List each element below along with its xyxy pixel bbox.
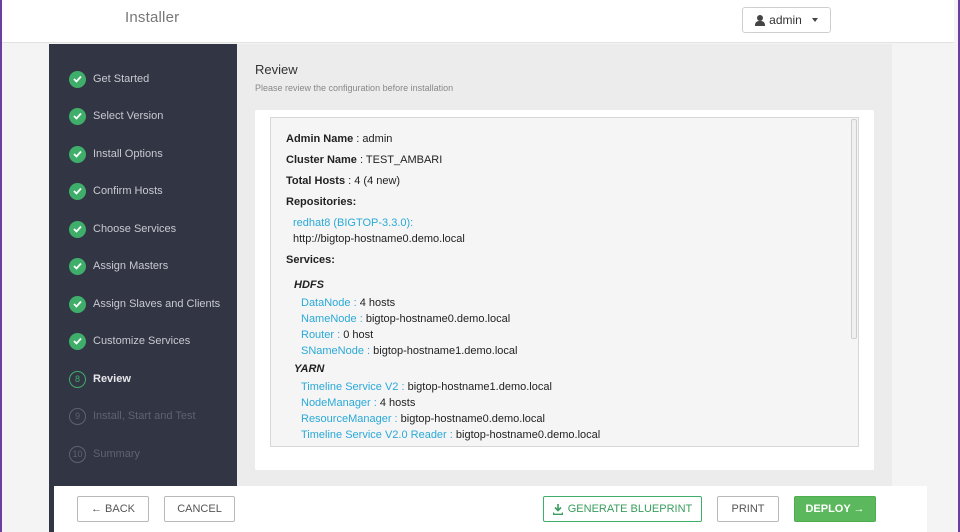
page-title: Review: [255, 62, 298, 77]
cancel-button[interactable]: CANCEL: [164, 496, 235, 522]
step-install-options[interactable]: Install Options: [69, 144, 163, 164]
back-button[interactable]: ← BACK: [77, 496, 149, 522]
step-label: Install, Start and Test: [93, 410, 196, 422]
step-customize-services[interactable]: Customize Services: [69, 331, 190, 351]
step-review[interactable]: 8 Review: [69, 369, 131, 389]
main-content: Review Please review the configuration b…: [237, 44, 892, 486]
user-menu-label: admin: [769, 13, 802, 27]
step-label: Confirm Hosts: [93, 185, 163, 197]
review-summary-box[interactable]: Admin Name : admin Cluster Name : TEST_A…: [270, 117, 859, 447]
repositories-heading: Repositories:: [286, 196, 357, 208]
app-title: Installer: [125, 9, 180, 26]
component-row: NameNode : bigtop-hostname0.demo.local: [301, 313, 511, 325]
check-icon: [69, 332, 86, 350]
step-label: Summary: [93, 448, 141, 460]
generate-blueprint-label: GENERATE BLUEPRINT: [567, 503, 693, 515]
check-icon: [69, 220, 86, 238]
window-frame-left: [0, 0, 2, 532]
component-row: NodeManager : 4 hosts: [301, 397, 416, 409]
user-icon: [755, 14, 766, 26]
step-label: Assign Slaves and Clients: [93, 298, 221, 310]
scrollbar-thumb[interactable]: [851, 119, 857, 339]
cluster-name-value: : TEST_AMBARI: [356, 154, 443, 166]
step-confirm-hosts[interactable]: Confirm Hosts: [69, 181, 163, 201]
step-label: Assign Masters: [93, 260, 169, 272]
check-icon: [69, 145, 86, 163]
generate-blueprint-button[interactable]: GENERATE BLUEPRINT: [543, 496, 702, 522]
step-label: Review: [93, 373, 131, 385]
cluster-name-row: Cluster Name : TEST_AMBARI: [286, 154, 442, 166]
step-number-badge: 8: [69, 370, 86, 388]
step-label: Customize Services: [93, 335, 191, 347]
print-button[interactable]: PRINT: [717, 496, 779, 522]
wizard-steps-sidebar: Get Started Select Version Install Optio…: [49, 44, 237, 532]
review-card: Admin Name : admin Cluster Name : TEST_A…: [255, 110, 874, 470]
check-icon: [69, 107, 86, 125]
admin-name-row: Admin Name : admin: [286, 133, 392, 145]
deploy-button[interactable]: DEPLOY →: [794, 496, 876, 522]
component-row: ResourceManager : bigtop-hostname0.demo.…: [301, 413, 545, 425]
step-assign-slaves-clients[interactable]: Assign Slaves and Clients: [69, 294, 220, 314]
wizard-footer: ← BACK CANCEL GENERATE BLUEPRINT PRINT D…: [54, 486, 927, 532]
step-choose-services[interactable]: Choose Services: [69, 219, 176, 239]
component-row: Timeline Service V2 : bigtop-hostname1.d…: [301, 381, 552, 393]
download-icon: [552, 503, 563, 515]
component-row: Timeline Service V2.0 Reader : bigtop-ho…: [301, 429, 601, 441]
user-menu-button[interactable]: admin: [742, 7, 831, 33]
step-install-start-test: 9 Install, Start and Test: [69, 406, 196, 426]
step-summary: 10 Summary: [69, 444, 140, 464]
step-label: Select Version: [93, 110, 164, 122]
total-hosts-label: Total Hosts: [286, 175, 346, 187]
component-row: SNameNode : bigtop-hostname1.demo.local: [301, 345, 518, 357]
step-select-version[interactable]: Select Version: [69, 106, 163, 126]
repo-name: redhat8 (BIGTOP-3.3.0):: [293, 217, 414, 229]
top-bar: Installer admin: [2, 0, 954, 43]
step-get-started[interactable]: Get Started: [69, 69, 149, 89]
check-icon: [69, 257, 86, 275]
repo-url: http://bigtop-hostname0.demo.local: [293, 233, 465, 245]
admin-name-label: Admin Name: [286, 133, 354, 145]
step-number-badge: 9: [69, 407, 86, 425]
services-heading: Services:: [286, 254, 335, 266]
check-icon: [69, 295, 86, 313]
page-subtitle: Please review the configuration before i…: [255, 83, 454, 93]
step-label: Choose Services: [93, 223, 177, 235]
cluster-name-label: Cluster Name: [286, 154, 357, 166]
caret-down-icon: [811, 18, 818, 22]
admin-name-value: : admin: [353, 133, 393, 145]
step-number-badge: 10: [69, 445, 86, 463]
total-hosts-value: : 4 (4 new): [345, 175, 401, 187]
service-name-hdfs: HDFS: [294, 279, 324, 291]
service-name-yarn: YARN: [294, 363, 325, 375]
component-row: Router : 0 host: [301, 329, 374, 341]
check-icon: [69, 182, 86, 200]
total-hosts-row: Total Hosts : 4 (4 new): [286, 175, 400, 187]
check-icon: [69, 70, 86, 88]
component-row: DataNode : 4 hosts: [301, 297, 396, 309]
step-assign-masters[interactable]: Assign Masters: [69, 256, 168, 276]
step-label: Install Options: [93, 148, 163, 160]
step-label: Get Started: [93, 73, 150, 85]
